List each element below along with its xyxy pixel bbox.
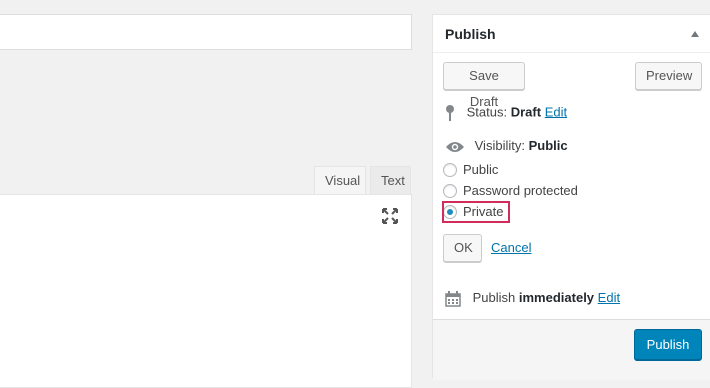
post-title-input[interactable]: [0, 14, 412, 50]
publish-button[interactable]: Publish: [634, 329, 702, 360]
visibility-value: Public: [528, 138, 568, 153]
eye-icon: [446, 141, 464, 152]
visibility-label: Visibility:: [474, 138, 525, 153]
cancel-link[interactable]: Cancel: [491, 240, 531, 255]
publish-title: Publish: [445, 26, 496, 42]
option-label-public: Public: [463, 162, 499, 177]
visibility-row: Visibility: Public: [445, 138, 568, 154]
editor-toolbar: [0, 194, 412, 269]
radio-public[interactable]: [443, 162, 457, 177]
status-label: Status:: [466, 104, 508, 120]
calendar-icon: [445, 290, 461, 307]
ok-button[interactable]: OK: [443, 234, 482, 262]
expand-icon[interactable]: [381, 207, 399, 225]
status-row: Status: Draft Edit: [445, 104, 567, 122]
status-edit-link[interactable]: Edit: [545, 104, 567, 119]
publish-footer: Publish: [433, 319, 710, 380]
status-value: Draft: [510, 104, 542, 120]
publish-box: Publish Save Draft Preview Status: Draft…: [432, 14, 710, 380]
visibility-option-public[interactable]: Public: [443, 162, 498, 177]
collapse-arrow-icon[interactable]: [691, 31, 699, 37]
pin-icon: [446, 105, 454, 121]
tab-visual[interactable]: Visual: [314, 166, 366, 194]
visibility-option-password[interactable]: Password protected: [443, 183, 578, 198]
radio-password[interactable]: [443, 183, 457, 198]
private-highlight-box: [442, 201, 510, 223]
publish-edit-link[interactable]: Edit: [598, 290, 620, 305]
publish-schedule-row: Publish immediately Edit: [445, 290, 620, 307]
tab-text[interactable]: Text: [370, 166, 411, 194]
preview-button[interactable]: Preview: [635, 62, 702, 90]
publish-when: immediately: [518, 290, 595, 305]
publish-text: Publish: [472, 290, 516, 305]
publish-header: Publish: [433, 15, 710, 53]
save-draft-button[interactable]: Save Draft: [443, 62, 525, 109]
editor-content-area[interactable]: [0, 268, 412, 388]
option-label-password: Password protected: [463, 183, 578, 198]
